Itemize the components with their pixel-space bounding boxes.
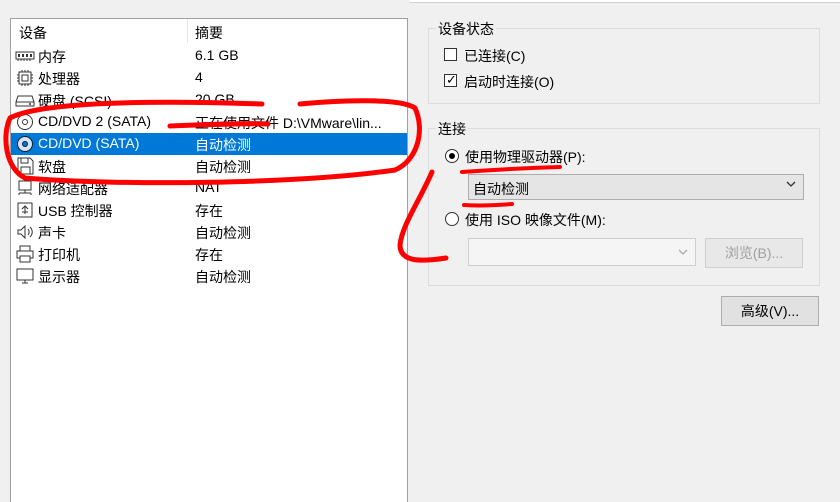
device-name: CD/DVD 2 (SATA)	[38, 113, 152, 129]
iso-path-combobox[interactable]	[468, 238, 696, 266]
column-header-device[interactable]: 设备	[19, 23, 47, 43]
physical-drive-label[interactable]: 使用物理驱动器(P):	[465, 147, 586, 167]
device-summary: 自动检测	[195, 269, 251, 285]
connection-title: 连接	[436, 119, 468, 139]
network-adapter-icon	[18, 180, 32, 195]
physical-drive-value: 自动检测	[473, 181, 529, 197]
display-icon	[16, 268, 34, 284]
device-row-memory[interactable]: 内存 6.1 GB	[11, 45, 407, 67]
device-name: 处理器	[38, 71, 80, 87]
physical-drive-radio[interactable]	[445, 149, 459, 163]
device-summary: 存在	[195, 203, 223, 219]
hard-disk-icon	[15, 95, 35, 107]
device-summary: 自动检测	[195, 225, 251, 241]
chevron-down-icon	[786, 181, 796, 187]
column-separator	[187, 19, 188, 43]
device-summary: NAT	[195, 179, 222, 195]
device-summary: 正在使用文件 D:\VMware\lin...	[195, 115, 382, 131]
device-list-header: 设备 摘要	[11, 19, 407, 43]
chevron-down-icon	[678, 249, 688, 255]
device-summary: 自动检测	[195, 159, 251, 175]
iso-image-label[interactable]: 使用 ISO 映像文件(M):	[465, 210, 606, 230]
device-name: 硬盘 (SCSI)	[38, 93, 112, 109]
device-name: USB 控制器	[38, 203, 113, 219]
connected-checkbox[interactable]	[444, 48, 457, 61]
advanced-button[interactable]: 高级(V)...	[721, 296, 819, 326]
checkmark-icon: ✓	[446, 72, 457, 87]
device-name: 声卡	[38, 225, 66, 241]
device-row-network-adapter[interactable]: 网络适配器 NAT	[11, 177, 407, 199]
device-row-cd-dvd[interactable]: CD/DVD (SATA) 自动检测	[11, 133, 407, 155]
memory-icon	[15, 51, 35, 61]
physical-drive-dropdown[interactable]: 自动检测	[468, 174, 804, 200]
device-name: 软盘	[38, 159, 66, 175]
radio-selected-dot	[449, 153, 455, 159]
device-name: CD/DVD (SATA)	[38, 135, 140, 151]
device-status-group	[428, 28, 820, 104]
device-name: 打印机	[38, 247, 80, 263]
floppy-icon	[17, 157, 34, 175]
column-header-summary[interactable]: 摘要	[195, 23, 223, 43]
device-row-floppy[interactable]: 软盘 自动检测	[11, 155, 407, 177]
device-name: 网络适配器	[38, 181, 108, 197]
connect-at-power-on-checkbox[interactable]: ✓	[444, 72, 457, 87]
processor-icon	[17, 70, 33, 86]
device-row-display[interactable]: 显示器 自动检测	[11, 265, 407, 287]
usb-icon	[17, 202, 33, 218]
device-row-printer[interactable]: 打印机 存在	[11, 243, 407, 265]
device-row-usb[interactable]: USB 控制器 存在	[11, 199, 407, 221]
device-row-sound[interactable]: 声卡 自动检测	[11, 221, 407, 243]
connect-at-power-on-label[interactable]: 启动时连接(O)	[464, 72, 554, 92]
device-name: 内存	[38, 49, 66, 65]
device-name: 显示器	[38, 269, 80, 285]
browse-button[interactable]: 浏览(B)...	[705, 238, 803, 268]
sound-icon	[17, 224, 33, 240]
device-summary: 20 GB	[195, 91, 235, 107]
device-row-cd-dvd-2[interactable]: CD/DVD 2 (SATA) 正在使用文件 D:\VMware\lin...	[11, 111, 407, 133]
connected-label[interactable]: 已连接(C)	[464, 46, 525, 66]
iso-image-radio[interactable]	[445, 212, 459, 226]
device-summary: 6.1 GB	[195, 47, 239, 63]
device-list[interactable]: 设备 摘要 内存 6.1 GB 处理器 4 硬盘 (SCSI) 20 GB CD…	[10, 18, 408, 502]
device-summary: 存在	[195, 247, 223, 263]
cd-dvd-icon	[17, 114, 33, 130]
device-row-processor[interactable]: 处理器 4	[11, 67, 407, 89]
device-summary: 自动检测	[195, 137, 251, 153]
device-row-hard-disk[interactable]: 硬盘 (SCSI) 20 GB	[11, 89, 407, 111]
device-status-title: 设备状态	[436, 19, 496, 39]
device-summary: 4	[195, 69, 203, 85]
printer-icon	[16, 245, 34, 263]
cd-dvd-icon	[17, 136, 33, 152]
top-strip	[410, 0, 840, 3]
